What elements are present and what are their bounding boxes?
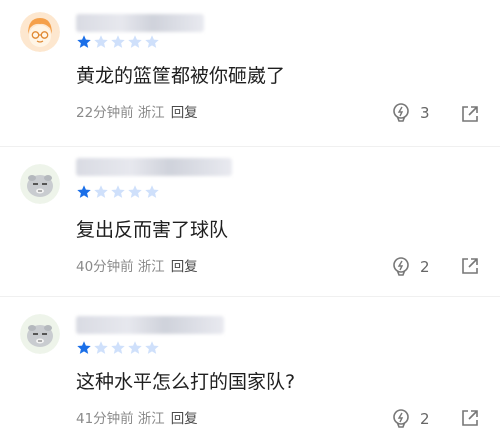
star-empty-icon <box>145 35 159 48</box>
comment-location: 浙江 <box>137 411 165 427</box>
share-icon <box>462 258 478 274</box>
comment-location: 浙江 <box>137 259 165 275</box>
star-empty-icon <box>111 185 125 198</box>
share-icon <box>462 410 478 426</box>
star-rating <box>76 184 160 200</box>
comment-meta: 22分钟前 浙江 回复 <box>76 104 198 122</box>
lightbulb-like-icon <box>393 409 409 428</box>
comment-location: 浙江 <box>137 105 165 121</box>
avatar[interactable] <box>20 164 60 204</box>
star-empty-icon <box>94 35 108 48</box>
grey-cartoon-avatar-icon <box>20 164 60 204</box>
comment-item: 这种水平怎么打的国家队? 41分钟前 浙江 回复 2 <box>0 296 500 442</box>
comment-time: 41分钟前 <box>76 411 134 427</box>
comment-item: 复出反而害了球队 40分钟前 浙江 回复 2 <box>0 146 500 292</box>
share-button[interactable] <box>460 408 480 428</box>
star-empty-icon <box>94 341 108 354</box>
comment-text: 黄龙的篮筐都被你砸崴了 <box>76 65 286 87</box>
like-count: 3 <box>420 104 430 122</box>
star-empty-icon <box>94 185 108 198</box>
username[interactable] <box>76 14 204 32</box>
comment-time: 40分钟前 <box>76 259 134 275</box>
like-count: 2 <box>420 258 430 276</box>
star-empty-icon <box>111 35 125 48</box>
grey-cartoon-avatar-icon <box>20 314 60 354</box>
star-empty-icon <box>145 341 159 354</box>
star-empty-icon <box>111 341 125 354</box>
username[interactable] <box>76 158 232 176</box>
avatar[interactable] <box>20 12 60 52</box>
comment-item: 黄龙的篮筐都被你砸崴了 22分钟前 浙江 回复 3 <box>0 0 500 146</box>
share-button[interactable] <box>460 256 480 276</box>
comment-time: 22分钟前 <box>76 105 134 121</box>
reply-button[interactable]: 回复 <box>171 258 198 276</box>
username[interactable] <box>76 316 224 334</box>
star-empty-icon <box>128 35 142 48</box>
star-filled-icon <box>77 35 91 48</box>
like-button[interactable]: 2 <box>390 408 430 430</box>
comment-meta: 41分钟前 浙江 回复 <box>76 410 198 428</box>
comment-meta: 40分钟前 浙江 回复 <box>76 258 198 276</box>
like-button[interactable]: 2 <box>390 256 430 278</box>
share-button[interactable] <box>460 104 480 124</box>
lightbulb-like-icon <box>393 257 409 276</box>
reply-button[interactable]: 回复 <box>171 104 198 122</box>
orange-haired-cartoon-avatar-icon <box>20 12 60 52</box>
star-empty-icon <box>145 185 159 198</box>
lightbulb-like-icon <box>393 103 409 122</box>
star-filled-icon <box>77 341 91 354</box>
avatar[interactable] <box>20 314 60 354</box>
like-button[interactable]: 3 <box>390 102 430 124</box>
comment-text: 复出反而害了球队 <box>76 219 229 241</box>
star-rating <box>76 340 160 356</box>
like-count: 2 <box>420 410 430 428</box>
star-empty-icon <box>128 185 142 198</box>
star-filled-icon <box>77 185 91 198</box>
reply-button[interactable]: 回复 <box>171 410 198 428</box>
share-icon <box>462 106 478 122</box>
star-empty-icon <box>128 341 142 354</box>
comment-text: 这种水平怎么打的国家队? <box>76 371 296 393</box>
star-rating <box>76 34 160 50</box>
